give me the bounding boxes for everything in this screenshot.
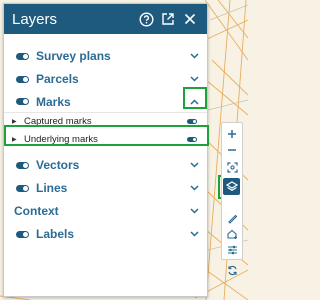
layer-label: Survey plans bbox=[36, 49, 111, 63]
layer-label: Context bbox=[14, 204, 59, 218]
draw-shape-icon[interactable] bbox=[222, 226, 242, 242]
chevron-down-icon[interactable] bbox=[189, 76, 199, 82]
layer-row-survey-plans[interactable]: Survey plans bbox=[4, 45, 207, 67]
visibility-toggle[interactable] bbox=[187, 119, 197, 124]
chevron-down-icon[interactable] bbox=[189, 185, 199, 191]
visibility-toggle[interactable] bbox=[16, 184, 29, 192]
layer-row-vectors[interactable]: Vectors bbox=[4, 154, 207, 176]
popout-icon[interactable] bbox=[159, 10, 177, 28]
highlight-marks-chevron bbox=[183, 87, 207, 109]
expand-triangle-icon[interactable]: ▶ bbox=[12, 118, 18, 125]
settings-sliders-icon[interactable] bbox=[222, 242, 242, 258]
chevron-down-icon[interactable] bbox=[189, 208, 199, 214]
visibility-toggle[interactable] bbox=[16, 98, 29, 105]
highlight-underlying-marks bbox=[4, 125, 209, 146]
visibility-toggle[interactable] bbox=[16, 230, 29, 238]
chevron-down-icon[interactable] bbox=[189, 162, 199, 168]
visibility-toggle[interactable] bbox=[16, 52, 29, 60]
zoom-out-icon[interactable] bbox=[222, 142, 242, 158]
sync-icon[interactable] bbox=[222, 262, 242, 278]
layer-label: Vectors bbox=[36, 158, 80, 172]
layer-row-marks[interactable]: Marks bbox=[4, 91, 207, 113]
layer-row-labels[interactable]: Labels bbox=[4, 223, 207, 245]
close-icon[interactable] bbox=[181, 10, 199, 28]
help-icon[interactable] bbox=[137, 10, 155, 28]
layer-label: Labels bbox=[36, 227, 75, 241]
chevron-down-icon[interactable] bbox=[189, 53, 199, 59]
layers-panel: Layers Survey plans Parcels Marks ▶ Capt… bbox=[3, 3, 208, 297]
layer-label: Parcels bbox=[36, 72, 79, 86]
layer-row-context[interactable]: Context bbox=[4, 200, 207, 222]
layer-label: Marks bbox=[36, 94, 71, 109]
layer-label: Lines bbox=[36, 181, 68, 195]
layers-icon[interactable] bbox=[223, 178, 240, 195]
zoom-in-icon[interactable] bbox=[222, 126, 242, 142]
panel-header: Layers bbox=[4, 4, 207, 34]
visibility-toggle[interactable] bbox=[16, 75, 29, 83]
visibility-toggle[interactable] bbox=[16, 161, 29, 169]
panel-title: Layers bbox=[12, 10, 58, 28]
layer-row-lines[interactable]: Lines bbox=[4, 177, 207, 199]
chevron-down-icon[interactable] bbox=[189, 231, 199, 237]
zoom-extent-icon[interactable] bbox=[222, 159, 242, 175]
layer-row-parcels[interactable]: Parcels bbox=[4, 68, 207, 90]
measure-icon[interactable] bbox=[222, 210, 242, 226]
